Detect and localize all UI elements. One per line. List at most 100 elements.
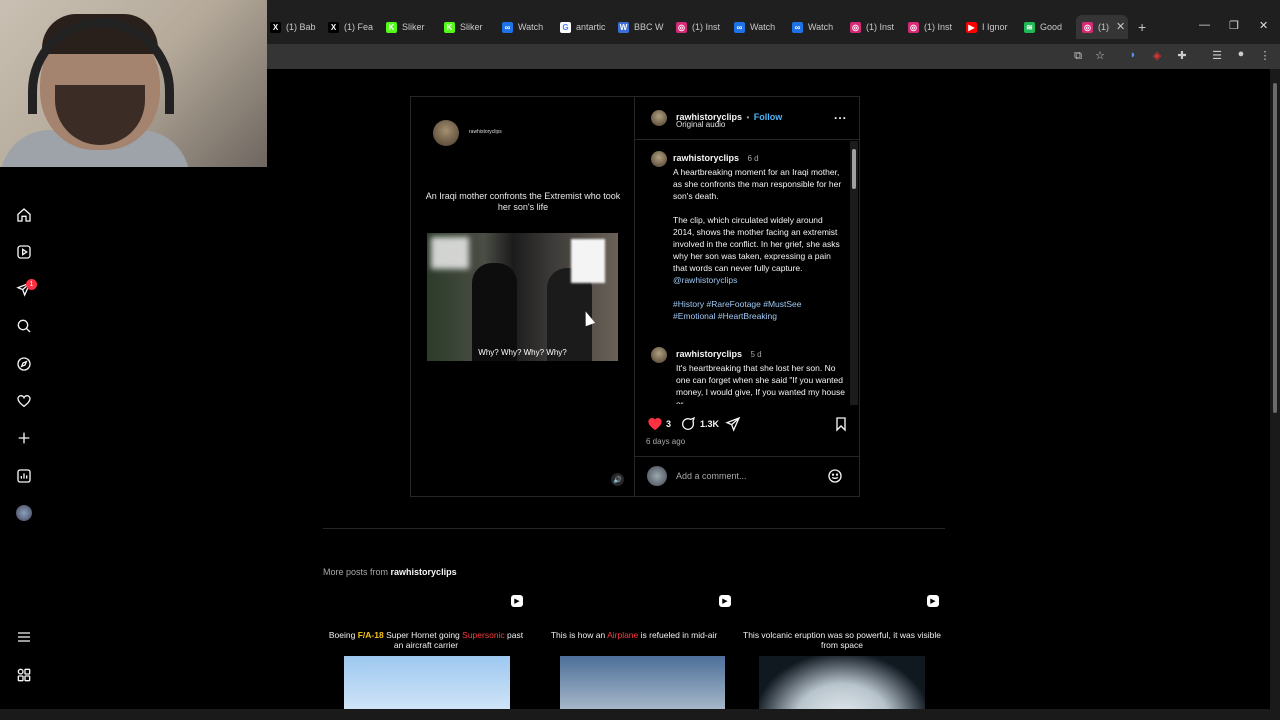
browser-tab[interactable]: ∞ Watch <box>734 17 786 37</box>
caption-hl1: Airplane <box>607 630 639 640</box>
caption-block: rawhistoryclips 6 d A heartbreaking mome… <box>673 148 843 322</box>
caption-mid: is refueled in mid-air <box>638 630 718 640</box>
extensions-icon[interactable]: ✚ <box>1175 49 1189 62</box>
page-scrollbar[interactable] <box>1270 69 1280 709</box>
caption-pre: Boeing <box>328 630 358 640</box>
profile-icon[interactable]: ● <box>1234 48 1248 60</box>
kick-icon: K <box>444 21 455 33</box>
minimize-icon[interactable]: — <box>1199 19 1210 31</box>
dashboard-icon[interactable] <box>16 468 32 484</box>
restore-icon[interactable]: ❐ <box>1229 19 1239 32</box>
browser-tab[interactable]: K Sliker <box>444 17 496 37</box>
browser-tab[interactable]: ≋ Good <box>1024 17 1076 37</box>
reel-icon: ▶ <box>719 595 731 607</box>
video-frame[interactable] <box>427 233 618 361</box>
share-icon[interactable] <box>725 416 741 432</box>
author-avatar[interactable] <box>651 110 667 126</box>
browser-tab-label: Sliker <box>460 22 483 32</box>
search-icon[interactable] <box>16 318 32 334</box>
browser-tab[interactable]: X (1) Fea <box>328 17 380 37</box>
browser-tab[interactable]: ∞ Watch <box>502 17 554 37</box>
browser-tab-label: (1) Inst <box>692 22 721 32</box>
browser-tab[interactable]: X (1) Bab <box>270 17 322 37</box>
caption-mention[interactable]: @rawhistoryclips <box>673 274 843 286</box>
caption-hashtags[interactable]: #History #RareFootage #MustSee #Emotiona… <box>673 298 843 322</box>
more-post-caption: Boeing F/A-18 Super Hornet going Superso… <box>323 630 529 650</box>
caption-author-avatar[interactable] <box>651 151 667 167</box>
menu-kebab-icon[interactable]: ⋮ <box>1258 49 1272 62</box>
more-post-caption: This is how an Airplane is refueled in m… <box>531 630 737 640</box>
browser-tab-label: BBC W <box>634 22 664 32</box>
browser-tab[interactable]: ◎ (1) Inst <box>908 17 960 37</box>
reel-icon: ▶ <box>927 595 939 607</box>
audio-toggle-icon[interactable]: 🔊 <box>611 473 624 486</box>
profile-avatar[interactable] <box>16 505 32 521</box>
more-menu-icon[interactable] <box>16 629 32 645</box>
install-app-icon[interactable]: ⧉ <box>1071 50 1085 63</box>
reading-list-icon[interactable]: ☰ <box>1210 49 1224 62</box>
bbc-icon: W <box>618 21 629 33</box>
close-tab-icon[interactable]: ✕ <box>1116 20 1125 33</box>
comments-scrollbar[interactable] <box>850 141 858 405</box>
explore-icon[interactable] <box>16 356 32 372</box>
browser-tab-label: Sliker <box>402 22 425 32</box>
browser-tab[interactable]: W BBC W <box>618 17 670 37</box>
caption-paragraph-1: A heartbreaking moment for an Iraqi moth… <box>673 167 842 201</box>
more-post-card[interactable]: ▶ Boeing F/A-18 Super Hornet going Supers… <box>323 590 529 710</box>
new-tab-icon[interactable]: + <box>1138 19 1146 35</box>
comment-author[interactable]: rawhistoryclips <box>676 349 742 359</box>
extension-shield-icon[interactable]: ◈ <box>1150 49 1164 62</box>
taskbar-strip <box>0 709 1280 720</box>
instagram-icon: ◎ <box>908 21 919 33</box>
browser-tab[interactable]: Gantartic <box>560 17 612 37</box>
caption-mid: Super Hornet going <box>383 630 463 640</box>
home-icon[interactable] <box>16 207 32 223</box>
also-from-meta-icon[interactable] <box>16 667 32 683</box>
webcam-overlay <box>0 0 267 167</box>
caption-pre: This volcanic eruption was so powerful, … <box>743 630 941 650</box>
like-heart-icon[interactable] <box>647 416 663 432</box>
save-bookmark-icon[interactable] <box>833 416 849 432</box>
browser-tab-label: (1) Bab <box>286 22 316 32</box>
comments-scroll-thumb[interactable] <box>852 149 856 189</box>
more-post-card[interactable]: ▶ This is how an Airplane is refueled in … <box>531 590 737 710</box>
add-comment-input[interactable]: Add a comment... <box>676 471 747 481</box>
more-post-thumbnail <box>759 656 925 710</box>
follow-button[interactable]: Follow <box>754 112 783 122</box>
audio-label[interactable]: Original audio <box>676 120 725 129</box>
create-plus-icon[interactable] <box>16 430 32 446</box>
like-count[interactable]: 3 <box>666 419 671 429</box>
browser-tab[interactable]: ◎ (1) Inst <box>676 17 728 37</box>
browser-tab-label: antartic <box>576 22 606 32</box>
reels-icon[interactable] <box>16 244 32 260</box>
browser-tab[interactable]: ◎ (1) Inst <box>850 17 902 37</box>
video-subtitle: Why? Why? Why? Why? <box>478 348 567 357</box>
comment-author-avatar[interactable] <box>651 347 667 363</box>
notifications-heart-icon[interactable] <box>16 393 32 409</box>
window-close-icon[interactable]: ✕ <box>1259 19 1268 32</box>
browser-tab-label: (1) Inst <box>924 22 953 32</box>
video-figure-mother <box>472 263 517 361</box>
comment-icon[interactable] <box>680 416 696 432</box>
comment-text: It's heartbreaking that she lost her son… <box>676 363 845 404</box>
youtube-icon: ▶ <box>966 21 977 33</box>
bookmark-star-icon[interactable]: ☆ <box>1093 49 1107 62</box>
comment-count[interactable]: 1.3K <box>700 419 719 429</box>
browser-tab[interactable]: ∞ Watch <box>792 17 844 37</box>
post-options-icon[interactable]: ... <box>834 108 847 122</box>
caption-author[interactable]: rawhistoryclips <box>673 153 739 163</box>
more-posts-author[interactable]: rawhistoryclips <box>391 567 457 577</box>
extension-audio-icon[interactable]: ◗ <box>1126 49 1140 61</box>
emoji-icon[interactable] <box>827 468 843 484</box>
browser-tab[interactable]: K Sliker <box>386 17 438 37</box>
section-divider <box>323 528 945 529</box>
x-logo-icon: X <box>270 21 281 33</box>
watch-icon: ∞ <box>502 21 513 33</box>
page-scroll-thumb[interactable] <box>1273 83 1277 413</box>
more-post-card[interactable]: ▶ This volcanic eruption was so powerful,… <box>739 590 945 710</box>
caption-pre: This is how an <box>550 630 608 640</box>
browser-tab[interactable]: ▶ I Ignor <box>966 17 1018 37</box>
watch-icon: ∞ <box>792 21 803 33</box>
more-post-caption: This volcanic eruption was so powerful, … <box>739 630 945 650</box>
reel-icon: ▶ <box>511 595 523 607</box>
